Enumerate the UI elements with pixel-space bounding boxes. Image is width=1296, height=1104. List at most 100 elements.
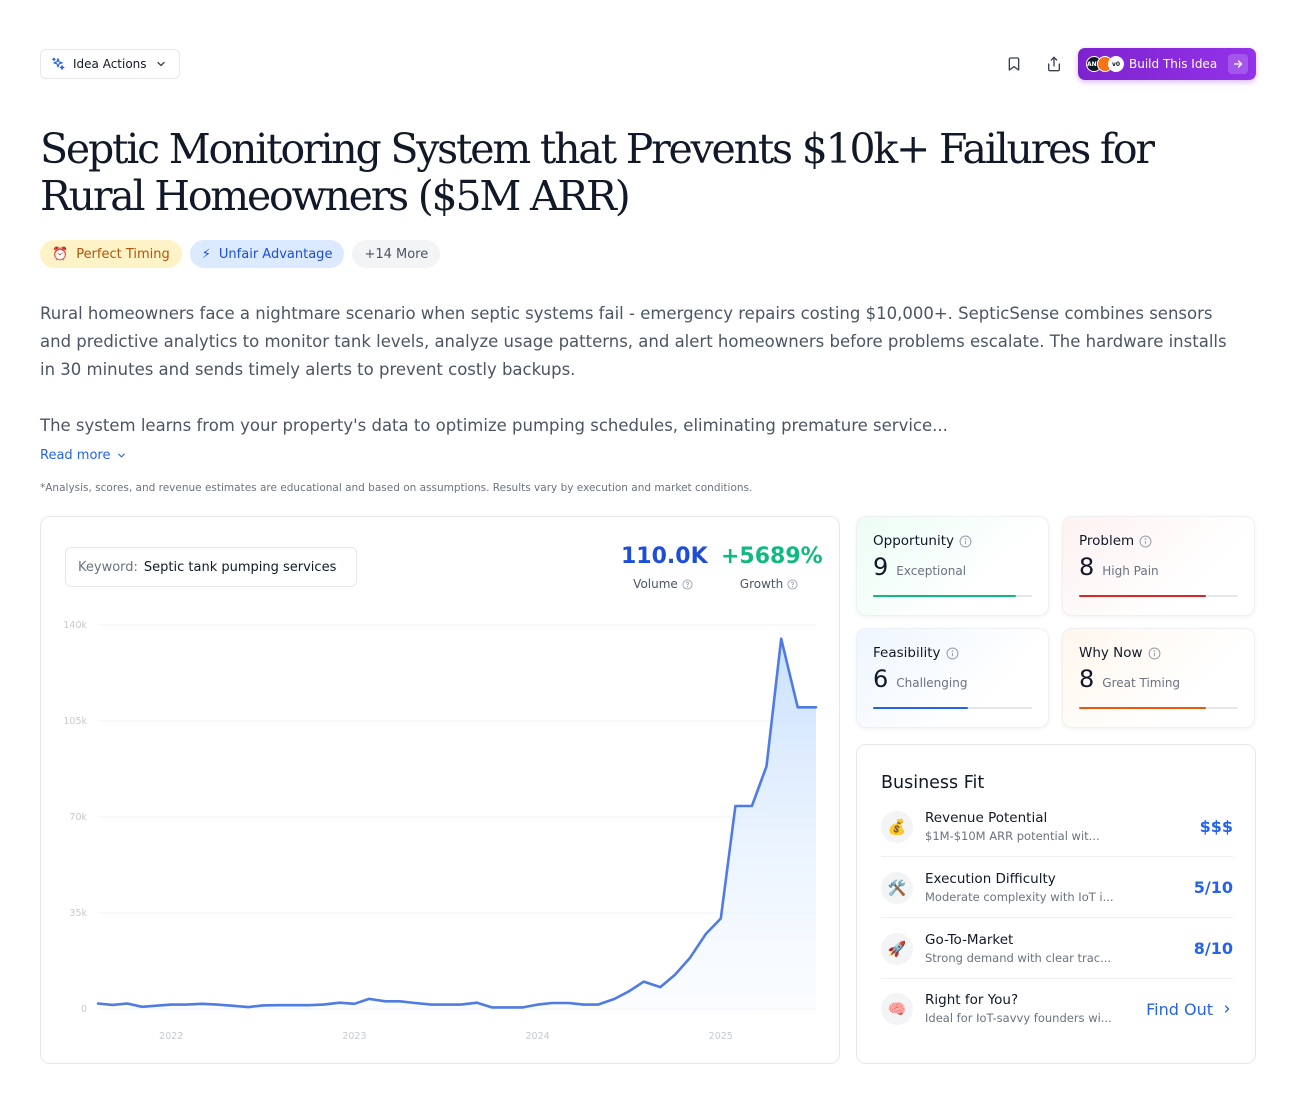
score-bar-track (1079, 595, 1238, 597)
fit-row-execution-difficulty[interactable]: 🛠️ Execution Difficulty Moderate complex… (881, 858, 1233, 918)
fit-row-revenue-potential[interactable]: 💰 Revenue Potential $1M-$10M ARR potenti… (881, 797, 1233, 857)
alarm-clock-icon: ⏰ (52, 246, 69, 262)
trend-chart-card: 0 35k 70k 105k 140k 2022 2023 2024 2025 Keyword:… (40, 516, 840, 1064)
score-row: 8 High Pain (1079, 553, 1238, 581)
tag-perfect-timing[interactable]: ⏰ Perfect Timing (40, 240, 182, 268)
score-card-feasibility[interactable]: Feasibility 6 Challenging (856, 628, 1049, 728)
logo-3: v0 (1108, 56, 1124, 72)
fit-value: 5/10 (1193, 878, 1233, 897)
lightning-icon: ⚡ (201, 246, 211, 262)
score-bar-track (873, 595, 1032, 597)
fit-row-right-for-you[interactable]: 🧠 Right for You? Ideal for IoT-savvy fou… (881, 979, 1233, 1039)
score-bar-fill (1079, 707, 1207, 709)
score-header: Problem (1079, 533, 1238, 549)
x-tick-label: 2022 (159, 1031, 183, 1042)
score-bar-track (1079, 707, 1238, 709)
info-icon[interactable] (946, 647, 959, 660)
chevron-down-icon (156, 61, 165, 67)
score-row: 6 Challenging (873, 665, 1032, 693)
score-bar-fill (1079, 595, 1207, 597)
chevron-down-icon (118, 453, 126, 458)
tag-unfair-advantage[interactable]: ⚡ Unfair Advantage (189, 240, 345, 268)
fit-text: Execution Difficulty Moderate complexity… (925, 870, 1194, 906)
fit-desc: Ideal for IoT-savvy founders wi... (925, 1011, 1112, 1025)
find-out-label: Find Out (1146, 999, 1213, 1019)
share-button[interactable] (1042, 52, 1066, 76)
score-header: Why Now (1079, 645, 1238, 661)
x-tick-label: 2024 (525, 1031, 549, 1042)
bookmark-button[interactable] (1002, 52, 1026, 76)
score-row: 8 Great Timing (1079, 665, 1238, 693)
fit-desc: Strong demand with clear trac... (925, 950, 1112, 965)
keyword-value: Septic tank pumping services (143, 559, 337, 575)
keyword-label: Keyword: (78, 559, 138, 575)
fit-text: Go-To-Market Strong demand with clear tr… (925, 931, 1194, 967)
score-text: Challenging (896, 676, 968, 690)
volume-label: Volume (633, 577, 678, 591)
brain-icon: 🧠 (881, 993, 913, 1025)
score-text: High Pain (1102, 564, 1159, 578)
score-header: Feasibility (873, 645, 1032, 661)
bookmark-icon (1008, 57, 1020, 71)
money-bag-icon: 💰 (881, 810, 913, 843)
fit-name: Right for You? (925, 992, 1019, 1008)
fit-name: Execution Difficulty (925, 870, 1056, 887)
help-icon[interactable] (787, 578, 798, 590)
y-tick-label: 35k (69, 908, 87, 919)
score-header: Opportunity (873, 533, 1032, 549)
y-tick-label: 0 (81, 1004, 87, 1015)
sparkle-icon (52, 57, 65, 70)
score-text: Exceptional (896, 564, 967, 578)
idea-actions-label: Idea Actions (73, 57, 147, 71)
help-icon[interactable] (682, 578, 693, 590)
build-label: Build This Idea (1129, 57, 1218, 71)
volume-value: 110.0K (621, 544, 708, 569)
description-paragraph: The system learns from your property's d… (40, 416, 948, 435)
read-more-label: Read more (40, 448, 111, 463)
fit-row-go-to-market[interactable]: 🚀 Go-To-Market Strong demand with clear … (881, 919, 1233, 979)
idea-actions-button[interactable]: Idea Actions (40, 49, 180, 79)
tag-list: ⏰ Perfect Timing ⚡ Unfair Advantage +14 … (40, 240, 441, 268)
chevron-right-icon (1224, 1005, 1230, 1013)
score-label: Why Now (1079, 645, 1143, 661)
series-area (98, 638, 816, 1009)
score-label: Opportunity (873, 533, 955, 549)
tools-icon: 🛠️ (881, 871, 913, 904)
score-label: Feasibility (873, 645, 941, 661)
disclaimer: *Analysis, scores, and revenue estimates… (40, 482, 753, 494)
fit-value: $$$ (1199, 817, 1233, 836)
x-tick-label: 2025 (709, 1031, 733, 1042)
growth-stat: +5689% Growth (721, 541, 823, 591)
fit-value: 8/10 (1193, 939, 1233, 958)
build-this-idea-button[interactable]: ANY v0 Build This Idea (1078, 48, 1256, 80)
fit-name: Revenue Potential (925, 809, 1048, 826)
rocket-icon: 🚀 (881, 932, 913, 965)
score-bar-fill (873, 595, 1017, 597)
read-more-link[interactable]: Read more (40, 448, 127, 463)
info-icon[interactable] (959, 535, 972, 548)
info-icon[interactable] (1139, 535, 1152, 548)
score-card-opportunity[interactable]: Opportunity 9 Exceptional (856, 516, 1049, 616)
business-fit-card: Business Fit 💰 Revenue Potential $1M-$10… (856, 744, 1256, 1064)
score-row: 9 Exceptional (873, 553, 1032, 581)
fit-text: Revenue Potential $1M-$10M ARR potential… (925, 809, 1200, 845)
top-bar: Idea Actions ANY v0 Build This Idea (40, 48, 1256, 80)
score-label: Problem (1079, 533, 1135, 549)
arrow-right-icon (1228, 54, 1248, 74)
tag-label: +14 More (364, 246, 429, 262)
info-icon[interactable] (1148, 647, 1161, 660)
fit-name: Go-To-Market (925, 931, 1014, 948)
growth-label: Growth (739, 577, 784, 591)
share-icon (1048, 56, 1060, 72)
score-bar-track (873, 707, 1032, 709)
score-card-problem[interactable]: Problem 8 High Pain (1062, 516, 1255, 616)
find-out-link[interactable]: Find Out (1146, 1000, 1233, 1019)
score-number: 8 (1079, 665, 1095, 693)
y-tick-label: 70k (69, 812, 87, 823)
keyword-select[interactable]: Keyword: Septic tank pumping services (65, 547, 357, 587)
description: Rural homeowners face a nightmare scenar… (40, 300, 1230, 468)
score-card-why-now[interactable]: Why Now 8 Great Timing (1062, 628, 1255, 728)
tag-more[interactable]: +14 More (352, 240, 441, 268)
x-tick-label: 2023 (342, 1031, 366, 1042)
business-fit-title: Business Fit (881, 773, 985, 793)
